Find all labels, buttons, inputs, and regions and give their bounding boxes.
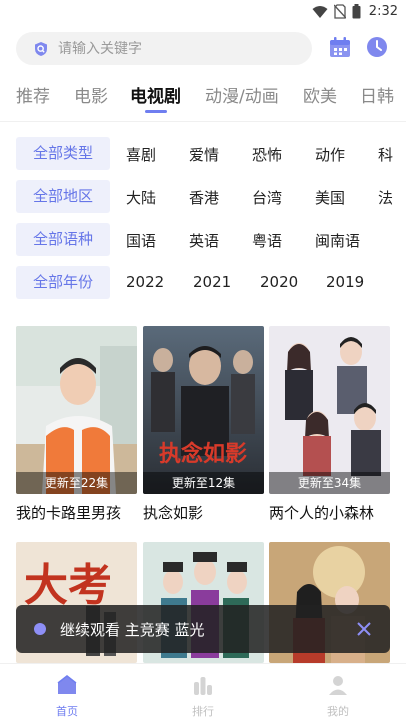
poster-title-text: 大考 bbox=[24, 560, 112, 611]
status-time: 2:32 bbox=[368, 4, 398, 19]
filter-option[interactable]: 2021 bbox=[193, 273, 231, 291]
poster-image: 更新至34集 bbox=[269, 326, 390, 494]
poster-image: 更新至22集 bbox=[16, 326, 137, 494]
filter-option[interactable]: 2019 bbox=[326, 273, 364, 291]
ranking-bars-icon bbox=[194, 677, 212, 695]
status-icons: 2:32 bbox=[312, 4, 398, 19]
poster-image: 执念如影 更新至12集 bbox=[143, 326, 264, 494]
nav-label: 我的 bbox=[327, 705, 349, 718]
card-title: 执念如影 bbox=[143, 504, 204, 522]
video-card[interactable]: 执念如影 更新至12集 执念如影 bbox=[143, 326, 264, 526]
filter-option[interactable]: 2022 bbox=[126, 273, 164, 291]
filter-option[interactable]: 粤语 bbox=[252, 230, 282, 251]
filter-all-year[interactable]: 全部年份 bbox=[16, 266, 110, 299]
filter-option[interactable]: 国语 bbox=[126, 230, 156, 251]
battery-icon bbox=[352, 4, 361, 19]
filter-row-type: 全部类型 喜剧 爱情 恐怖 动作 科 bbox=[0, 137, 406, 171]
filter-option[interactable]: 科 bbox=[378, 144, 393, 165]
tab-movie[interactable]: 电影 bbox=[74, 82, 108, 107]
filter-all-type[interactable]: 全部类型 bbox=[16, 137, 110, 170]
filter-option[interactable]: 喜剧 bbox=[126, 144, 156, 165]
tab-anime[interactable]: 动漫/动画 bbox=[205, 82, 279, 107]
filter-all-region[interactable]: 全部地区 bbox=[16, 180, 110, 213]
status-bar: 2:32 bbox=[0, 0, 406, 26]
filter-option[interactable]: 动作 bbox=[315, 144, 345, 165]
filter-option[interactable]: 大陆 bbox=[126, 187, 156, 208]
wifi-icon bbox=[312, 5, 328, 18]
tab-tv-series[interactable]: 电视剧 bbox=[130, 82, 181, 107]
nav-item-profile[interactable]: 我的 bbox=[308, 674, 368, 719]
bottom-nav: 首页 排行 我的 bbox=[0, 663, 406, 721]
search-box[interactable] bbox=[16, 32, 312, 65]
play-dot-icon bbox=[34, 623, 46, 635]
filter-option[interactable]: 爱情 bbox=[189, 144, 219, 165]
continue-watching-toast[interactable]: 继续观看 主竞赛 蓝光 bbox=[16, 605, 390, 653]
calendar-icon[interactable] bbox=[329, 36, 351, 58]
tab-japan-korea[interactable]: 日韩 bbox=[360, 82, 394, 107]
nav-item-home[interactable]: 首页 bbox=[37, 674, 97, 719]
channel-tabs: 推荐 电影 电视剧 动漫/动画 欧美 日韩 bbox=[0, 76, 406, 116]
search-input[interactable] bbox=[58, 40, 288, 57]
home-icon bbox=[57, 675, 77, 694]
nav-label: 排行 bbox=[192, 705, 214, 718]
episode-badge: 更新至34集 bbox=[269, 472, 390, 494]
filter-row-year: 全部年份 2022 2021 2020 2019 bbox=[0, 266, 406, 300]
filter-option[interactable]: 台湾 bbox=[252, 187, 282, 208]
filter-option[interactable]: 香港 bbox=[189, 187, 219, 208]
video-card[interactable]: 更新至34集 两个人的小森林 bbox=[269, 326, 390, 526]
nav-item-ranking[interactable]: 排行 bbox=[173, 674, 233, 719]
filter-all-language[interactable]: 全部语种 bbox=[16, 223, 110, 256]
tab-recommend[interactable]: 推荐 bbox=[16, 82, 50, 107]
filter-option[interactable]: 2020 bbox=[260, 273, 298, 291]
card-title: 两个人的小森林 bbox=[269, 504, 375, 522]
card-title: 我的卡路里男孩 bbox=[16, 504, 122, 522]
filter-option[interactable]: 法 bbox=[378, 187, 393, 208]
search-icon bbox=[32, 40, 50, 58]
history-clock-icon[interactable] bbox=[366, 36, 388, 58]
divider bbox=[0, 121, 406, 122]
filter-option[interactable]: 英语 bbox=[189, 230, 219, 251]
filter-row-region: 全部地区 大陆 香港 台湾 美国 法 bbox=[0, 180, 406, 214]
video-card[interactable]: 更新至22集 我的卡路里男孩 bbox=[16, 326, 137, 526]
tab-western[interactable]: 欧美 bbox=[303, 82, 337, 107]
episode-badge: 更新至12集 bbox=[143, 472, 264, 494]
filter-option[interactable]: 恐怖 bbox=[252, 144, 282, 165]
filter-option[interactable]: 闽南语 bbox=[315, 230, 360, 251]
poster-title-text: 执念如影 bbox=[159, 441, 247, 467]
toast-text: 继续观看 主竞赛 蓝光 bbox=[60, 620, 205, 639]
no-sim-icon bbox=[333, 4, 346, 19]
episode-badge: 更新至22集 bbox=[16, 472, 137, 494]
filter-option[interactable]: 美国 bbox=[315, 187, 345, 208]
nav-label: 首页 bbox=[56, 705, 78, 718]
user-icon bbox=[329, 676, 347, 695]
active-tab-indicator bbox=[145, 110, 167, 113]
filter-row-language: 全部语种 国语 英语 粤语 闽南语 bbox=[0, 223, 406, 257]
close-icon[interactable] bbox=[354, 619, 374, 639]
